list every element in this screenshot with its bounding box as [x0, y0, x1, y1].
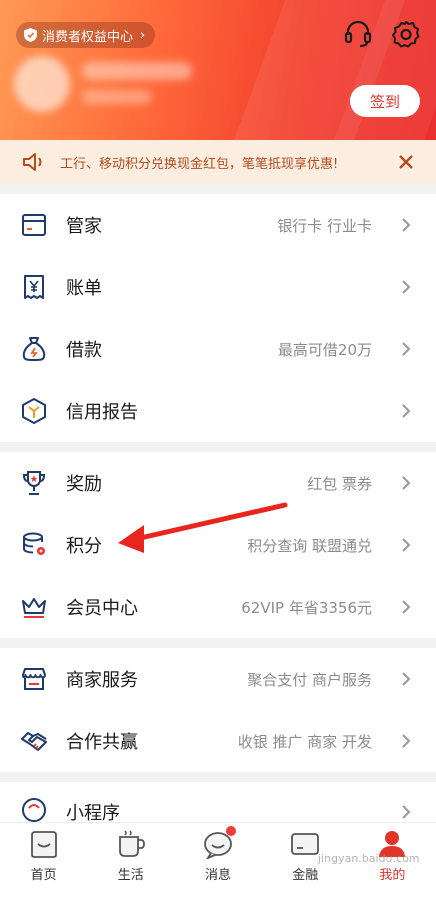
chevron-right-icon [402, 476, 411, 490]
tab-label: 首页 [30, 868, 57, 883]
chevron-right-icon [402, 600, 411, 614]
home-icon [30, 831, 57, 858]
tab-messages[interactable]: 消息 [174, 823, 261, 901]
chevron-right-icon [402, 342, 411, 356]
menu-group-more: 小程序 [0, 782, 436, 822]
menu-item-bill[interactable]: 账单 [0, 256, 436, 318]
coin-stack-icon [23, 532, 45, 555]
annotation-arrow [118, 502, 288, 553]
menu-item-cooperation[interactable]: 合作共赢 收银 推广 商家 开发 [0, 710, 436, 772]
menu-item-label: 管家 [66, 216, 102, 237]
menu-item-label: 积分 [66, 536, 102, 557]
menu-item-hint: 银行卡 行业卡 [277, 216, 372, 235]
wallet-card-icon [22, 214, 46, 236]
menu-item-hint: 62VIP 年省3356元 [241, 598, 372, 617]
chevron-right-icon [402, 280, 411, 294]
card-icon [291, 833, 320, 855]
bill-yen-icon [24, 275, 44, 299]
tab-label: 金融 [292, 868, 319, 883]
menu-item-label: 会员中心 [66, 598, 138, 619]
mini-program-icon [22, 798, 46, 822]
tab-label: 我的 [379, 868, 406, 883]
menu-group-finance: 管家 银行卡 行业卡 账单 借款 最高可借20万 信用报告 [0, 194, 436, 442]
menu-item-loan[interactable]: 借款 最高可借20万 [0, 318, 436, 380]
promo-notice-bar[interactable]: 工行、移动积分兑换现金红包，笔笔抵现享优惠! [0, 140, 436, 184]
watermark: jingyan.baidu.com [318, 852, 420, 865]
cup-icon [118, 830, 145, 857]
menu-item-label: 账单 [66, 278, 102, 299]
store-icon [22, 668, 46, 690]
menu-item-label: 小程序 [66, 803, 120, 822]
menu-item-manager[interactable]: 管家 银行卡 行业卡 [0, 194, 436, 256]
menu-item-hint: 聚合支付 商户服务 [247, 670, 372, 689]
menu-item-credit-report[interactable]: 信用报告 [0, 380, 436, 442]
credit-hexagon-icon [22, 398, 46, 424]
menu-item-hint: 红包 票券 [307, 474, 372, 493]
consumer-rights-label: 消费者权益中心 [42, 29, 134, 45]
tab-label: 消息 [205, 868, 232, 883]
close-icon[interactable] [396, 152, 416, 172]
speaker-icon [23, 153, 42, 171]
menu-item-label: 合作共赢 [66, 732, 138, 753]
trophy-icon [22, 471, 46, 495]
menu-item-hint: 最高可借20万 [277, 340, 372, 359]
shield-icon [24, 28, 37, 42]
username-blurred [82, 62, 192, 80]
tab-home[interactable]: 首页 [0, 823, 87, 901]
profile-header: 消费者权益中心 › 签到 [0, 0, 436, 140]
avatar[interactable] [14, 56, 70, 112]
money-bag-icon [22, 337, 46, 361]
menu-item-label: 奖励 [66, 474, 102, 495]
chevron-right-icon [402, 805, 411, 819]
menu-item-label: 借款 [66, 340, 102, 361]
menu-item-merchant-services[interactable]: 商家服务 聚合支付 商户服务 [0, 648, 436, 710]
check-in-button[interactable]: 签到 [350, 85, 420, 117]
handshake-icon [21, 732, 47, 751]
user-detail-blurred [82, 90, 152, 104]
chevron-right-icon [402, 218, 411, 232]
chevron-right-icon [402, 734, 411, 748]
chevron-right-icon [402, 538, 411, 552]
consumer-rights-center-button[interactable]: 消费者权益中心 › [16, 22, 156, 48]
menu-item-label: 商家服务 [66, 670, 138, 691]
gear-icon[interactable] [390, 18, 422, 50]
notification-dot [226, 826, 237, 836]
tab-label: 生活 [117, 868, 144, 883]
menu-group-merchant: 商家服务 聚合支付 商户服务 合作共赢 收银 推广 商家 开发 [0, 648, 436, 772]
headset-icon[interactable] [342, 18, 374, 50]
notice-text: 工行、移动积分兑换现金红包，笔笔抵现享优惠! [60, 156, 339, 172]
tab-life[interactable]: 生活 [87, 823, 174, 901]
menu-item-label: 信用报告 [66, 402, 138, 423]
chevron-right-icon: › [140, 27, 146, 43]
menu-item-mini-program[interactable]: 小程序 [0, 782, 436, 822]
menu-item-membership[interactable]: 会员中心 62VIP 年省3356元 [0, 576, 436, 638]
chevron-right-icon [402, 404, 411, 418]
chevron-right-icon [402, 672, 411, 686]
crown-icon [22, 598, 46, 618]
menu-item-hint: 收银 推广 商家 开发 [237, 732, 372, 751]
